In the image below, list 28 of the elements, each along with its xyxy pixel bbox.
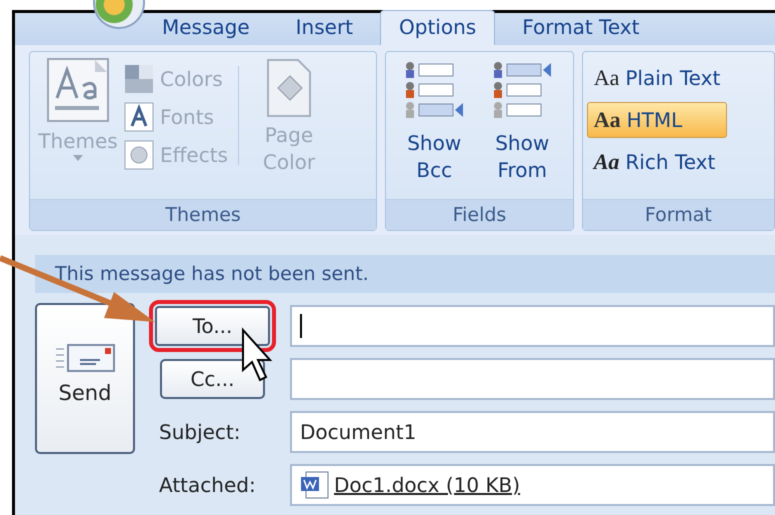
group-label: Fields (386, 199, 573, 230)
office-button[interactable] (93, 0, 145, 29)
format-option[interactable]: Aa Rich Text (586, 144, 728, 180)
attached-label: Attached: (158, 473, 257, 497)
show-field-button[interactable]: Show Bcc (396, 58, 472, 184)
themes-icon (47, 58, 109, 122)
dropdown-arrow-icon (73, 155, 83, 161)
subject-label: Subject: (158, 420, 242, 444)
group-label: Themes (30, 199, 376, 230)
ribbon-tab[interactable]: Format Text (503, 10, 658, 45)
show-field-button[interactable]: Show From (484, 58, 560, 184)
ribbon-tab[interactable]: Insert (276, 10, 372, 45)
mouse-cursor-icon (242, 327, 272, 382)
subject-field[interactable]: Document1 (290, 410, 775, 452)
group-label: Format (582, 199, 774, 230)
format-option[interactable]: Aa Plain Text (586, 60, 728, 96)
info-bar: This message has not been sent. (35, 255, 775, 293)
send-button[interactable]: Send (35, 303, 135, 454)
cc-field[interactable] (290, 358, 775, 400)
envelope-icon (54, 343, 116, 373)
fonts-icon (124, 102, 154, 132)
effects-icon (124, 140, 154, 170)
colors-icon (124, 64, 154, 94)
format-option[interactable]: Aa HTML (586, 102, 728, 138)
ribbon-tab[interactable]: Message (143, 10, 269, 45)
document-icon (300, 471, 330, 499)
to-field[interactable] (290, 304, 775, 346)
ribbon-tab[interactable]: Options (380, 10, 496, 45)
